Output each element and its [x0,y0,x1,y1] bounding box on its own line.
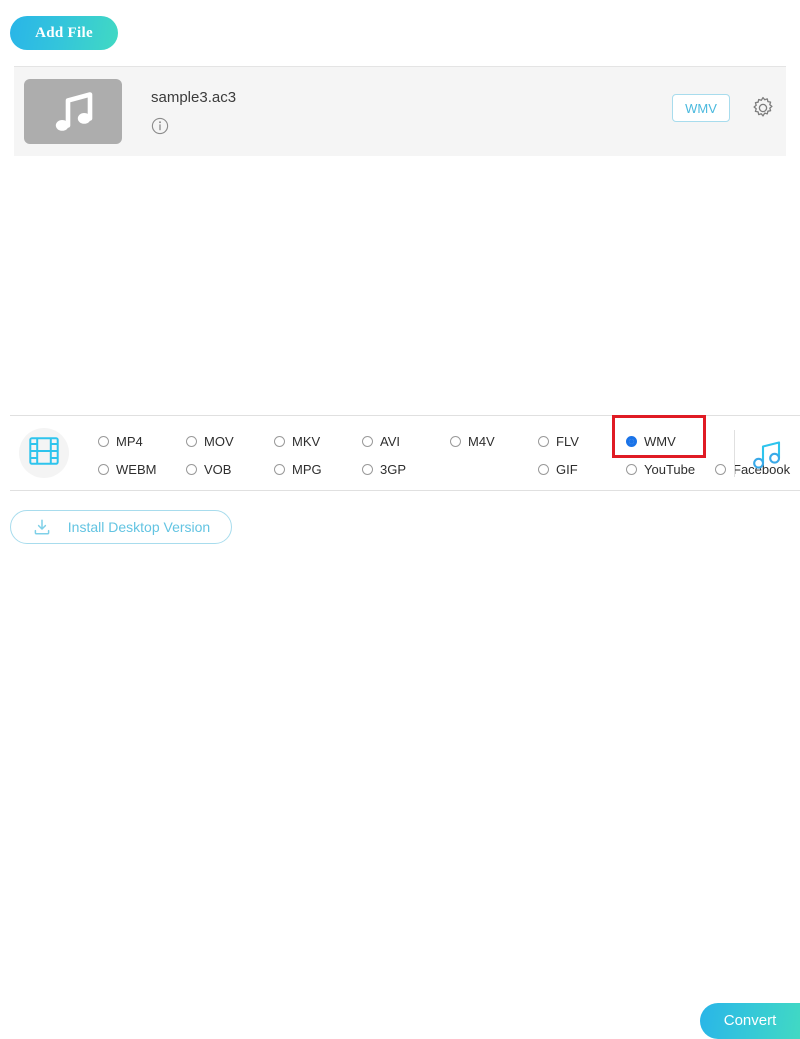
radio-button[interactable] [362,464,373,475]
format-selector-bar: MP4 WEBM MOV VOB MKV MPG AVI 3GP M4V GIF FLV YouTub… [0,415,800,491]
format-option-label: MP4 [116,434,143,449]
format-option-label: FLV [556,434,579,449]
format-option-youtube[interactable]: YouTube [626,462,695,477]
format-option-vob[interactable]: VOB [186,462,231,477]
radio-button[interactable] [186,464,197,475]
bottom-bar: Install Desktop Version Convert [0,491,800,558]
format-option-label: 3GP [380,462,406,477]
music-note-icon [24,88,122,135]
format-option-label: VOB [204,462,231,477]
format-option-mp4[interactable]: MP4 [98,434,143,449]
radio-button[interactable] [362,436,373,447]
radio-button[interactable] [450,436,461,447]
radio-button[interactable] [186,436,197,447]
gear-icon[interactable] [750,95,776,121]
format-option-3gp[interactable]: 3GP [362,462,406,477]
format-option-label: MKV [292,434,320,449]
install-desktop-version-button[interactable]: Install Desktop Version [10,510,232,544]
file-list: sample3.ac3 WMV [0,65,800,395]
format-option-avi[interactable]: AVI [362,434,400,449]
format-option-label: MOV [204,434,234,449]
film-strip-icon [29,437,59,470]
install-desktop-version-label: Install Desktop Version [68,519,210,535]
convert-button[interactable]: Convert [700,1003,800,1039]
video-category-button[interactable] [19,428,69,478]
format-option-gif[interactable]: GIF [538,462,578,477]
file-row[interactable]: sample3.ac3 WMV [14,66,786,156]
format-option-mkv[interactable]: MKV [274,434,320,449]
format-option-label: WEBM [116,462,156,477]
format-option-label: M4V [468,434,495,449]
file-thumbnail [24,79,122,144]
radio-button[interactable] [274,464,285,475]
format-option-label: WMV [644,434,676,449]
add-file-button[interactable]: Add File [10,16,118,50]
bar-divider [734,430,735,477]
download-icon [32,517,52,537]
format-option-mpg[interactable]: MPG [274,462,322,477]
radio-button[interactable] [626,436,637,447]
format-option-label: YouTube [644,462,695,477]
format-option-flv[interactable]: FLV [538,434,579,449]
format-options-grid: MP4 WEBM MOV VOB MKV MPG AVI 3GP M4V GIF FLV YouTub… [90,434,730,478]
format-option-m4v[interactable]: M4V [450,434,495,449]
format-option-label: MPG [292,462,322,477]
audio-category-button[interactable] [750,438,784,470]
format-option-label: GIF [556,462,578,477]
format-option-wmv[interactable]: WMV [626,434,676,449]
radio-button[interactable] [98,464,109,475]
radio-button[interactable] [538,436,549,447]
format-option-mov[interactable]: MOV [186,434,234,449]
radio-button[interactable] [626,464,637,475]
top-toolbar: Add File [0,0,800,65]
music-note-icon [750,457,784,474]
output-format-button[interactable]: WMV [672,94,730,122]
radio-button[interactable] [715,464,726,475]
radio-button[interactable] [98,436,109,447]
info-icon[interactable] [151,117,169,135]
radio-button[interactable] [538,464,549,475]
format-option-webm[interactable]: WEBM [98,462,156,477]
radio-button[interactable] [274,436,285,447]
format-option-label: AVI [380,434,400,449]
file-name: sample3.ac3 [151,89,236,106]
